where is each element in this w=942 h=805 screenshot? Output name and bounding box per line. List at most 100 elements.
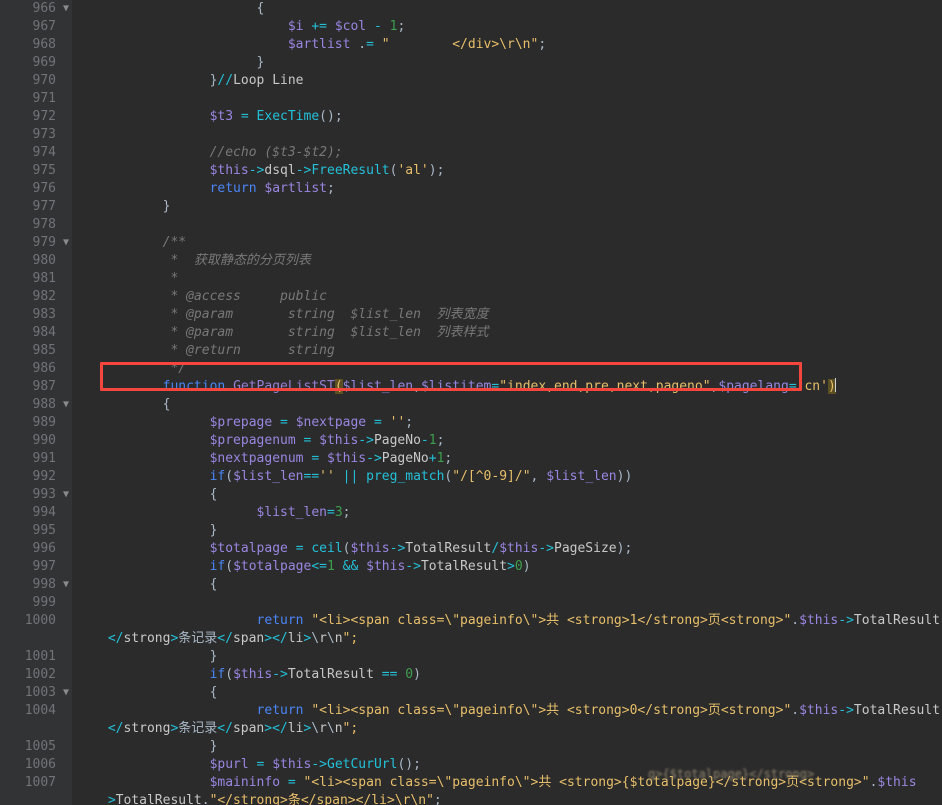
code-text[interactable]: $prepagenum = $this->PageNo-1; (100, 432, 445, 450)
code-text[interactable]: } (100, 522, 218, 540)
line-number: 995 (32, 523, 56, 538)
code-line[interactable]: 979 ▼ /** (0, 234, 942, 252)
code-text[interactable]: * (100, 270, 178, 288)
code-line[interactable]: 972 $t3 = ExecTime(); (0, 108, 942, 126)
line-number: 971 (32, 91, 56, 106)
code-text[interactable]: $totalpage = ceil($this->TotalResult/$th… (100, 540, 633, 558)
code-line[interactable]: 977 } (0, 198, 942, 216)
code-text[interactable]: $this->dsql->FreeResult('al'); (100, 162, 445, 180)
code-line[interactable]: 991 $nextpagenum = $this->PageNo+1; (0, 450, 942, 468)
code-line[interactable]: 989 $prepage = $nextpage = ''; (0, 414, 942, 432)
code-text[interactable]: * @param string $list_len 列表宽度 (100, 306, 488, 324)
code-line[interactable]: 999 (0, 594, 942, 612)
code-line[interactable]: 978 (0, 216, 942, 234)
code-editor[interactable]: 966 ▼ {967 $i += $col - 1; 968 $artlist .=… (0, 0, 942, 805)
code-text-wrapped[interactable]: </strong>条记录</span></li>\r\n"; (100, 720, 358, 738)
line-number: 967 (32, 19, 56, 34)
code-line[interactable]: 974 //echo ($t3-$t2); (0, 144, 942, 162)
code-line[interactable]: 968 $artlist .= " </div>\r\n"; (0, 36, 942, 54)
code-line[interactable]: 995 } (0, 522, 942, 540)
code-line[interactable]: 1006 $purl = $this->GetCurUrl(); (0, 756, 942, 774)
code-text-wrapped[interactable]: </strong>条记录</span></li>\r\n"; (100, 630, 358, 648)
code-text[interactable]: return "<li><span class=\"pageinfo\">共 <… (100, 702, 942, 720)
code-text[interactable]: if($list_len=='' || preg_match("/[^0-9]/… (100, 468, 633, 486)
line-number: 974 (32, 145, 56, 160)
code-text[interactable]: * 获取静态的分页列表 (100, 252, 310, 270)
code-text[interactable]: { (100, 486, 218, 504)
code-line[interactable]: 1004 return "<li><span class=\"pageinfo\… (0, 702, 942, 738)
code-text[interactable]: return $artlist; (100, 180, 335, 198)
line-number: 990 (32, 433, 56, 448)
code-text[interactable]: function GetPageListST($list_len,$listit… (100, 378, 836, 396)
code-text[interactable]: $artlist .= " </div>\r\n"; (100, 36, 546, 54)
fold-marker-icon[interactable]: ▼ (60, 486, 72, 504)
code-line[interactable]: 1002 if($this->TotalResult == 0) (0, 666, 942, 684)
code-line[interactable]: 980 * 获取静态的分页列表 (0, 252, 942, 270)
code-text[interactable]: $maininfo = "<li><span class=\"pageinfo\… (100, 774, 917, 792)
code-text[interactable]: { (100, 396, 171, 414)
code-text[interactable]: * @return string (100, 342, 334, 360)
line-number: 989 (32, 415, 56, 430)
code-text[interactable]: return "<li><span class=\"pageinfo\">共 <… (100, 612, 942, 630)
code-line[interactable]: 986 */ (0, 360, 942, 378)
code-line[interactable]: 993 ▼ { (0, 486, 942, 504)
code-line[interactable]: 988 ▼ { (0, 396, 942, 414)
code-line[interactable]: 1003 ▼ { (0, 684, 942, 702)
code-text[interactable]: $list_len=3; (100, 504, 351, 522)
code-text[interactable]: { (100, 576, 218, 594)
code-text[interactable]: * @access public (100, 288, 327, 306)
code-text[interactable]: } (100, 648, 218, 666)
code-line[interactable]: 975 $this->dsql->FreeResult('al'); (0, 162, 942, 180)
code-line[interactable]: 994 $list_len=3; (0, 504, 942, 522)
code-text[interactable]: $nextpagenum = $this->PageNo+1; (100, 450, 453, 468)
code-line[interactable]: 973 (0, 126, 942, 144)
fold-marker-icon[interactable]: ▼ (60, 0, 72, 18)
code-line[interactable]: 966 ▼ { (0, 0, 942, 18)
code-line[interactable]: 1001 } (0, 648, 942, 666)
code-text[interactable]: if($totalpage<=1 && $this->TotalResult>0… (100, 558, 531, 576)
line-number: 986 (32, 361, 56, 376)
fold-marker-icon[interactable]: ▼ (60, 684, 72, 702)
fold-marker-icon[interactable]: ▼ (60, 396, 72, 414)
code-line[interactable]: 985 * @return string (0, 342, 942, 360)
code-text[interactable]: } (100, 198, 171, 216)
code-line[interactable]: 996 $totalpage = ceil($this->TotalResult… (0, 540, 942, 558)
code-text[interactable]: * @param string $list_len 列表样式 (100, 324, 488, 342)
code-line[interactable]: 992 if($list_len=='' || preg_match("/[^0… (0, 468, 942, 486)
code-text[interactable]: //echo ($t3-$t2); (100, 144, 343, 162)
code-line[interactable]: 971 (0, 90, 942, 108)
line-number: 979 (32, 235, 56, 250)
code-text[interactable]: $prepage = $nextpage = ''; (100, 414, 414, 432)
fold-marker-icon[interactable]: ▼ (60, 576, 72, 594)
code-line[interactable]: 976 return $artlist; (0, 180, 942, 198)
code-line[interactable]: 1007 $maininfo = "<li><span class=\"page… (0, 774, 942, 805)
code-line[interactable]: 1005 } (0, 738, 942, 756)
code-text[interactable]: }//Loop Line (100, 72, 304, 90)
code-line[interactable]: 997 if($totalpage<=1 && $this->TotalResu… (0, 558, 942, 576)
code-line[interactable]: 983 * @param string $list_len 列表宽度 (0, 306, 942, 324)
code-text[interactable]: */ (100, 360, 186, 378)
code-line[interactable]: 987 function GetPageListST($list_len,$li… (0, 378, 942, 396)
code-text[interactable]: $i += $col - 1; (100, 18, 405, 36)
line-number: 1003 (24, 685, 56, 700)
code-text[interactable]: } (100, 738, 218, 756)
code-line[interactable]: 970 }//Loop Line (0, 72, 942, 90)
code-line[interactable]: 998 ▼ { (0, 576, 942, 594)
code-text[interactable]: if($this->TotalResult == 0) (100, 666, 421, 684)
fold-marker-icon[interactable]: ▼ (60, 234, 72, 252)
code-text[interactable]: } (100, 54, 265, 72)
code-line[interactable]: 984 * @param string $list_len 列表样式 (0, 324, 942, 342)
code-line[interactable]: 981 * (0, 270, 942, 288)
code-text[interactable]: { (100, 0, 265, 18)
code-text[interactable]: $t3 = ExecTime(); (100, 108, 343, 126)
code-rows-container[interactable]: 966 ▼ {967 $i += $col - 1; 968 $artlist .=… (0, 0, 942, 805)
code-text[interactable]: $purl = $this->GetCurUrl(); (100, 756, 421, 774)
code-line[interactable]: 990 $prepagenum = $this->PageNo-1; (0, 432, 942, 450)
code-line[interactable]: 1000 return "<li><span class=\"pageinfo\… (0, 612, 942, 648)
code-text-wrapped[interactable]: >TotalResult."</strong>条</span></li>\r\n… (100, 792, 442, 805)
code-line[interactable]: 982 * @access public (0, 288, 942, 306)
code-text[interactable]: { (100, 684, 218, 702)
code-text[interactable]: /** (100, 234, 186, 252)
code-line[interactable]: 967 $i += $col - 1; (0, 18, 942, 36)
code-line[interactable]: 969 } (0, 54, 942, 72)
